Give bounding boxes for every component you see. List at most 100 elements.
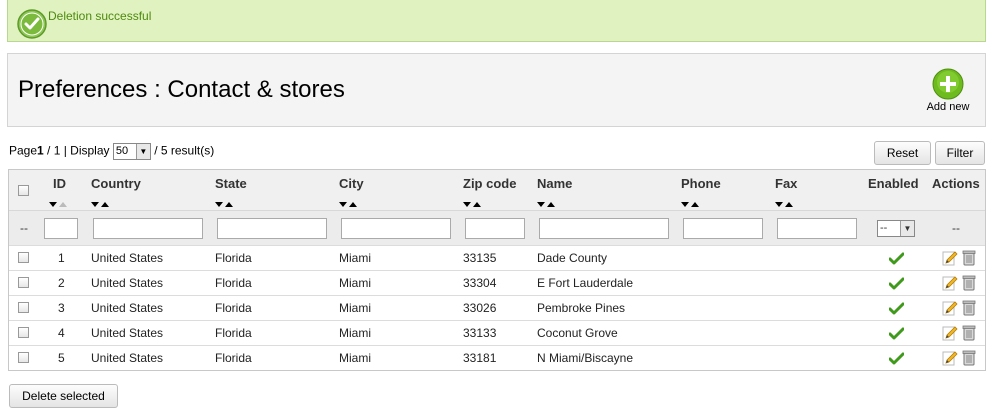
cell-country: United States — [91, 276, 164, 290]
trash-icon[interactable] — [962, 350, 976, 366]
cell-country: United States — [91, 301, 164, 315]
cell-zip: 33304 — [463, 276, 497, 290]
row-checkbox[interactable] — [18, 327, 29, 338]
sort-desc-icon[interactable] — [681, 202, 689, 207]
sort-name — [537, 196, 561, 207]
check-icon[interactable] — [889, 327, 904, 340]
sort-desc-icon[interactable] — [339, 202, 347, 207]
cell-state: Florida — [215, 326, 252, 340]
page-title: Preferences : Contact & stores — [18, 76, 345, 103]
cell-name: N Miami/Biscayne — [537, 351, 634, 365]
cell-country: United States — [91, 326, 164, 340]
row-checkbox[interactable] — [18, 352, 29, 363]
table-row: 1 United States Florida Miami 33135 Dade… — [9, 245, 985, 270]
check-icon[interactable] — [889, 352, 904, 365]
pencil-icon[interactable] — [942, 275, 958, 291]
filter-enabled-select[interactable]: -- ▼ — [877, 220, 915, 237]
sort-asc-icon[interactable] — [101, 202, 109, 207]
cell-country: United States — [91, 251, 164, 265]
sort-asc-icon[interactable] — [59, 202, 67, 207]
sort-desc-icon[interactable] — [91, 202, 99, 207]
per-page-select[interactable]: 50 ▼ — [112, 143, 151, 160]
cell-id: 1 — [58, 251, 65, 265]
sort-asc-icon[interactable] — [349, 202, 357, 207]
col-phone: Phone — [681, 176, 721, 191]
table-row: 3 United States Florida Miami 33026 Pemb… — [9, 295, 985, 320]
row-checkbox[interactable] — [18, 302, 29, 313]
reset-button[interactable]: Reset — [874, 141, 931, 165]
chevron-down-icon: ▼ — [900, 221, 914, 236]
pagination: Page1 / 1 | Display 50 ▼ / 5 result(s) — [9, 143, 214, 160]
sort-asc-icon[interactable] — [691, 202, 699, 207]
col-country: Country — [91, 176, 141, 191]
col-enabled: Enabled — [868, 176, 919, 191]
table-row: 4 United States Florida Miami 33133 Coco… — [9, 320, 985, 345]
row-checkbox[interactable] — [18, 252, 29, 263]
pencil-icon[interactable] — [942, 250, 958, 266]
filter-state-input[interactable] — [217, 218, 327, 239]
col-state: State — [215, 176, 247, 191]
pencil-icon[interactable] — [942, 325, 958, 341]
per-page-value: 50 — [115, 145, 129, 157]
cell-id: 2 — [58, 276, 65, 290]
trash-icon[interactable] — [962, 300, 976, 316]
filter-name-input[interactable] — [539, 218, 669, 239]
table-row: 5 United States Florida Miami 33181 N Mi… — [9, 345, 985, 370]
add-new-label: Add new — [926, 101, 970, 113]
check-icon[interactable] — [889, 277, 904, 290]
filter-enabled-value: -- — [880, 222, 888, 234]
select-all-checkbox[interactable] — [18, 185, 29, 196]
trash-icon[interactable] — [962, 325, 976, 341]
pencil-icon[interactable] — [942, 300, 958, 316]
cell-name: E Fort Lauderdale — [537, 276, 634, 290]
col-fax: Fax — [775, 176, 798, 191]
cell-name: Dade County — [537, 251, 608, 265]
page-prefix: Page — [9, 143, 38, 158]
sort-fax — [775, 196, 799, 207]
cell-state: Florida — [215, 351, 252, 365]
cell-city: Miami — [339, 326, 371, 340]
stores-table: ID Country State City Zip code Name Phon… — [8, 169, 986, 371]
table-row: 2 United States Florida Miami 33304 E Fo… — [9, 270, 985, 295]
add-new-button[interactable]: Add new — [925, 68, 971, 116]
sort-city — [339, 196, 363, 207]
cell-name: Pembroke Pines — [537, 301, 626, 315]
sort-desc-icon[interactable] — [49, 202, 57, 207]
cell-zip: 33181 — [463, 351, 497, 365]
cell-id: 4 — [58, 326, 65, 340]
plus-circle-icon — [932, 68, 964, 100]
sort-asc-icon[interactable] — [225, 202, 233, 207]
sort-desc-icon[interactable] — [215, 202, 223, 207]
filter-button[interactable]: Filter — [935, 141, 985, 165]
confirmation-banner: Deletion successful — [7, 0, 986, 42]
filter-id-input[interactable] — [44, 218, 78, 239]
row-checkbox[interactable] — [18, 277, 29, 288]
filter-row: -- -- ▼ -- — [9, 210, 985, 245]
col-id: ID — [53, 176, 66, 191]
sort-id — [49, 196, 73, 207]
col-actions: Actions — [932, 176, 980, 191]
col-zip: Zip code — [463, 176, 517, 191]
filter-country-input[interactable] — [93, 218, 203, 239]
check-icon[interactable] — [889, 252, 904, 265]
sort-asc-icon[interactable] — [785, 202, 793, 207]
sort-desc-icon[interactable] — [463, 202, 471, 207]
filter-zip-input[interactable] — [465, 218, 525, 239]
filter-select-dash: -- — [20, 221, 28, 235]
table-header: ID Country State City Zip code Name Phon… — [9, 170, 985, 210]
delete-selected-button[interactable]: Delete selected — [9, 384, 118, 408]
cell-city: Miami — [339, 251, 371, 265]
filter-phone-input[interactable] — [683, 218, 763, 239]
trash-icon[interactable] — [962, 250, 976, 266]
results-count: / 5 result(s) — [150, 143, 215, 158]
sort-desc-icon[interactable] — [775, 202, 783, 207]
pencil-icon[interactable] — [942, 350, 958, 366]
sort-asc-icon[interactable] — [547, 202, 555, 207]
filter-fax-input[interactable] — [777, 218, 857, 239]
trash-icon[interactable] — [962, 275, 976, 291]
filter-city-input[interactable] — [341, 218, 451, 239]
cell-id: 5 — [58, 351, 65, 365]
sort-asc-icon[interactable] — [473, 202, 481, 207]
sort-desc-icon[interactable] — [537, 202, 545, 207]
check-icon[interactable] — [889, 302, 904, 315]
